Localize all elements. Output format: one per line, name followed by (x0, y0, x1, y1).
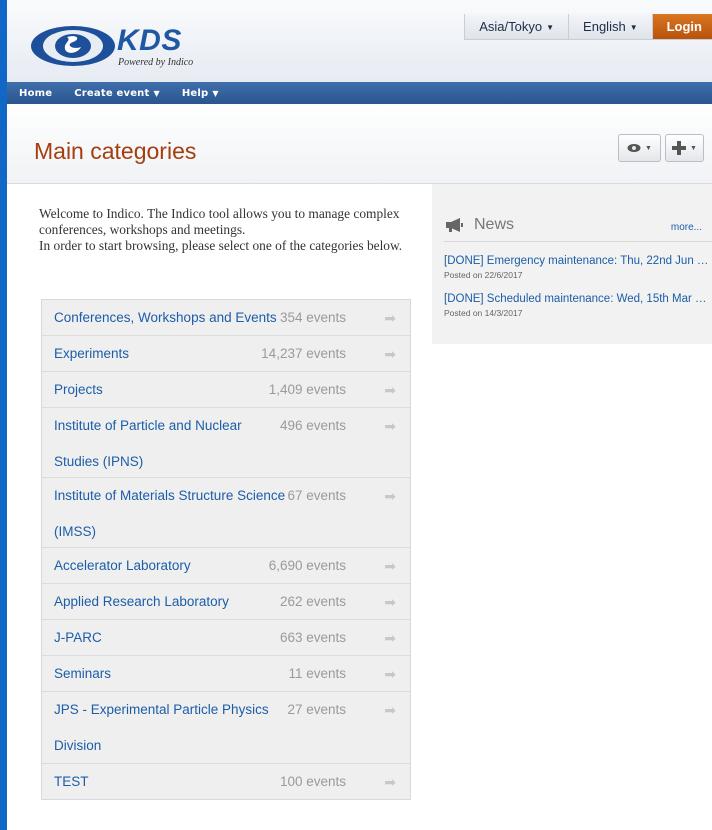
language-label: English (583, 19, 626, 34)
news-item-link[interactable]: [DONE] Emergency maintenance: Thu, 22nd … (444, 255, 712, 267)
category-name[interactable]: Experiments (54, 336, 290, 372)
category-row[interactable]: Experiments 14,237 events ➡ (42, 336, 410, 372)
nav-create-event-label: Create event (74, 87, 150, 99)
welcome-line-2: In order to start browsing, please selec… (39, 238, 403, 253)
arrow-right-icon: ➡ (384, 702, 396, 718)
header: KDS Powered by Indico Asia/Tokyo ▼ Englis… (7, 0, 712, 82)
category-row[interactable]: Institute of Particle and Nuclear Studie… (42, 408, 410, 478)
category-row[interactable]: Conferences, Workshops and Events 354 ev… (42, 300, 410, 336)
category-name[interactable]: Accelerator Laboratory (54, 548, 290, 584)
arrow-right-icon: ➡ (384, 418, 396, 434)
caret-down-icon: ▼ (153, 88, 160, 98)
category-list: Conferences, Workshops and Events 354 ev… (41, 299, 411, 800)
category-name[interactable]: Conferences, Workshops and Events (54, 300, 277, 336)
add-button[interactable]: ▼ (665, 134, 704, 162)
category-row[interactable]: Applied Research Laboratory 262 events ➡ (42, 584, 410, 620)
top-menu: Asia/Tokyo ▼ English ▼ Login (464, 14, 712, 40)
arrow-right-icon: ➡ (384, 310, 396, 326)
category-name[interactable]: Institute of Materials Structure Science… (54, 478, 290, 550)
category-row[interactable]: Institute of Materials Structure Science… (42, 478, 410, 548)
category-event-count: 11 events (288, 666, 346, 681)
news-item: [DONE] Scheduled maintenance: Wed, 15th … (444, 293, 712, 318)
nav-home-label: Home (19, 87, 53, 99)
category-name[interactable]: Institute of Particle and Nuclear Studie… (54, 408, 254, 480)
logo-subtitle: Powered by Indico (118, 57, 194, 68)
welcome-text: Welcome to Indico. The Indico tool allow… (39, 206, 409, 254)
news-item-link[interactable]: [DONE] Scheduled maintenance: Wed, 15th … (444, 293, 712, 305)
category-row[interactable]: Accelerator Laboratory 6,690 events ➡ (42, 548, 410, 584)
arrow-right-icon: ➡ (384, 666, 396, 682)
arrow-right-icon: ➡ (384, 558, 396, 574)
category-name[interactable]: Projects (54, 372, 290, 408)
view-options-button[interactable]: ▼ (618, 134, 661, 162)
category-event-count: 663 events (279, 630, 346, 645)
category-row[interactable]: Projects 1,409 events ➡ (42, 372, 410, 408)
nav-home[interactable]: Home (7, 88, 62, 99)
logo-text: KDS (117, 24, 182, 57)
plus-icon (672, 141, 687, 155)
eye-icon (627, 144, 641, 152)
news-divider (444, 241, 712, 242)
news-title: News (474, 216, 515, 233)
caret-down-icon: ▼ (645, 144, 652, 152)
main-nav: Home Create event ▼ Help ▼ (7, 82, 712, 104)
page-frame: KDS Powered by Indico Asia/Tokyo ▼ Englis… (7, 0, 712, 830)
news-item-date: Posted on 14/3/2017 (444, 308, 523, 318)
arrow-right-icon: ➡ (384, 594, 396, 610)
category-event-count: 27 events (287, 702, 346, 717)
language-selector[interactable]: English ▼ (568, 14, 652, 40)
welcome-line-1: Welcome to Indico. The Indico tool allow… (39, 206, 400, 237)
news-more-link[interactable]: more... (671, 222, 702, 233)
title-band: Main categories ▼ ▼ (7, 104, 712, 184)
news-item: [DONE] Emergency maintenance: Thu, 22nd … (444, 255, 712, 280)
category-row[interactable]: Seminars 11 events ➡ (42, 656, 410, 692)
category-row[interactable]: J-PARC 663 events ➡ (42, 620, 410, 656)
category-row[interactable]: TEST 100 events ➡ (42, 764, 410, 799)
news-header: News (444, 216, 514, 234)
category-event-count: 100 events (279, 774, 346, 789)
caret-down-icon: ▼ (546, 23, 555, 32)
caret-down-icon: ▼ (212, 88, 219, 98)
arrow-right-icon: ➡ (384, 774, 396, 790)
arrow-right-icon: ➡ (384, 382, 396, 398)
timezone-selector[interactable]: Asia/Tokyo ▼ (464, 14, 569, 40)
timezone-label: Asia/Tokyo (479, 19, 543, 34)
category-event-count: 67 events (287, 488, 346, 503)
login-button[interactable]: Login (651, 14, 712, 40)
caret-down-icon: ▼ (690, 144, 697, 152)
category-event-count: 496 events (279, 418, 346, 433)
category-event-count: 354 events (279, 310, 346, 325)
category-name[interactable]: J-PARC (54, 620, 290, 656)
news-panel: News more... [DONE] Emergency maintenanc… (432, 184, 712, 344)
arrow-right-icon: ➡ (384, 488, 396, 504)
arrow-right-icon: ➡ (384, 630, 396, 646)
news-item-date: Posted on 22/6/2017 (444, 270, 523, 280)
category-row[interactable]: JPS - Experimental Particle Physics Divi… (42, 692, 410, 764)
nav-help[interactable]: Help ▼ (170, 88, 229, 99)
page-title: Main categories (34, 138, 197, 164)
arrow-right-icon: ➡ (384, 346, 396, 362)
nav-create-event[interactable]: Create event ▼ (62, 88, 170, 99)
category-name[interactable]: Applied Research Laboratory (54, 584, 290, 620)
caret-down-icon: ▼ (629, 23, 638, 32)
category-event-count: 262 events (279, 594, 346, 609)
category-name[interactable]: TEST (54, 764, 290, 800)
megaphone-icon (446, 218, 463, 232)
category-event-count: 1,409 events (268, 382, 346, 397)
category-event-count: 6,690 events (268, 558, 346, 573)
nav-help-label: Help (181, 87, 209, 99)
category-name[interactable]: Seminars (54, 656, 290, 692)
category-name[interactable]: JPS - Experimental Particle Physics Divi… (54, 692, 284, 764)
category-event-count: 14,237 events (261, 346, 346, 361)
